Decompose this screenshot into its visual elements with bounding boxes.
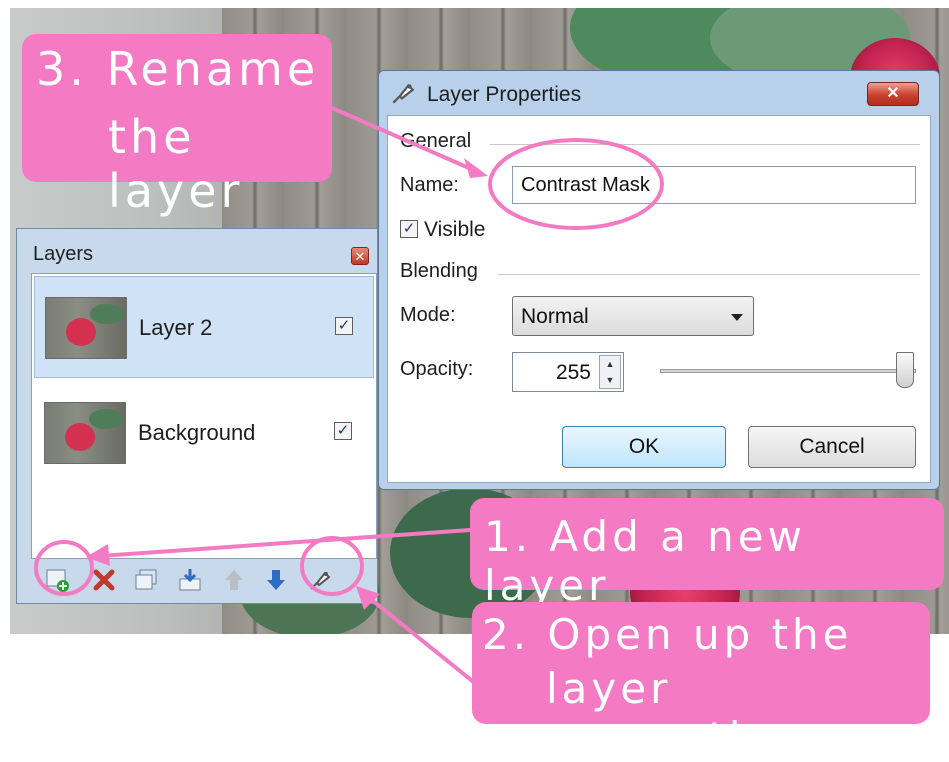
step3-line2: the layer [108, 110, 244, 218]
step3-callout: 3. Rename the layer [22, 34, 332, 218]
layer-properties-dialog: Layer Properties ✕ General Name: ✓ Visib… [378, 70, 940, 490]
ok-button[interactable]: OK [562, 426, 726, 468]
layers-list: Layer 2 ✓ Background ✓ [31, 273, 377, 559]
layer-row-layer-2[interactable]: Layer 2 ✓ [34, 276, 374, 378]
opacity-slider-thumb[interactable] [896, 352, 914, 388]
visible-checkbox[interactable]: ✓ [400, 220, 418, 238]
step2-line1: 2. Open up the [482, 610, 853, 659]
layer-thumbnail [44, 402, 126, 464]
layer-thumbnail [45, 297, 127, 359]
step1-callout: 1. Add a new layer [470, 498, 944, 610]
opacity-spinbox[interactable]: 255 ▲ ▼ [512, 352, 624, 392]
layer-row-background[interactable]: Background ✓ [34, 382, 374, 484]
merge-down-icon[interactable] [177, 567, 203, 593]
spin-arrows-icon[interactable]: ▲ ▼ [599, 355, 621, 389]
layers-panel-title: Layers [33, 243, 94, 265]
layer-properties-icon[interactable] [307, 567, 333, 593]
dialog-body: General Name: ✓ Visible Blending Mode: N… [387, 115, 931, 483]
duplicate-layer-icon[interactable] [133, 567, 159, 593]
blending-section-label: Blending [400, 260, 478, 282]
layers-panel: Layers ✕ Layer 2 ✓ Background ✓ [16, 228, 378, 604]
step3-line1: 3. Rename [36, 42, 320, 96]
layer-name: Layer 2 [139, 315, 213, 340]
layers-toolbar [31, 563, 377, 599]
move-up-icon[interactable] [221, 567, 247, 593]
layer-name: Background [138, 420, 256, 445]
add-layer-icon[interactable] [45, 567, 71, 593]
general-section-label: General [400, 130, 472, 152]
layer-visible-checkbox[interactable]: ✓ [335, 317, 353, 335]
divider [498, 274, 920, 275]
divider [490, 144, 920, 145]
step2-callout: 2. Open up the layer properties [472, 602, 930, 762]
close-button[interactable]: ✕ [867, 82, 919, 106]
cancel-button[interactable]: Cancel [748, 426, 916, 468]
layer-visible-checkbox[interactable]: ✓ [334, 422, 352, 440]
dialog-title: Layer Properties [427, 83, 582, 106]
mode-dropdown[interactable]: Normal [512, 296, 754, 336]
step1-text: 1. Add a new layer [484, 512, 806, 610]
visible-label: Visible [424, 218, 486, 241]
move-down-icon[interactable] [263, 567, 289, 593]
name-field[interactable] [512, 166, 916, 204]
mode-value: Normal [521, 305, 589, 328]
opacity-label: Opacity: [400, 358, 474, 380]
mode-label: Mode: [400, 304, 456, 326]
name-label: Name: [400, 174, 459, 196]
step2-line2: layer properties [546, 664, 801, 762]
opacity-slider[interactable] [660, 369, 916, 373]
close-icon[interactable]: ✕ [351, 247, 369, 265]
opacity-value: 255 [555, 361, 591, 384]
layer-properties-icon [389, 79, 417, 114]
delete-layer-icon[interactable] [91, 567, 117, 593]
chevron-down-icon [731, 314, 743, 321]
